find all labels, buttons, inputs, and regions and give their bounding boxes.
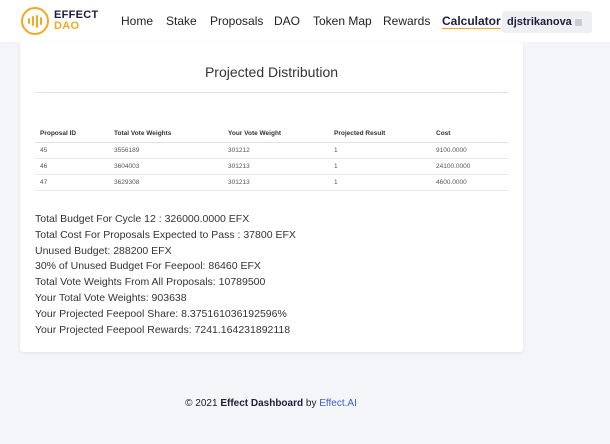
cell-proposal-id: 46 <box>35 158 109 175</box>
cell-proposal-id: 47 <box>35 174 109 191</box>
navbar: EFFECT DAO Home Stake Proposals DAO Toke… <box>0 0 610 42</box>
footer: © 2021 Effect Dashboard by Effect.AI <box>0 398 542 409</box>
footer-by: by <box>305 398 317 409</box>
summary-total-budget: Total Budget For Cycle 12 : 326000.0000 … <box>35 213 250 225</box>
divider <box>35 92 508 93</box>
cell-proposal-id: 45 <box>35 142 109 159</box>
summary-total-cost: Total Cost For Proposals Expected to Pas… <box>35 228 296 241</box>
footer-copyright: © 2021 <box>185 398 218 409</box>
cell-projected-result: 1 <box>329 158 431 175</box>
cell-total-vote-weights: 3604003 <box>109 158 223 175</box>
summary-total-vote-weights: Total Vote Weights From All Proposals: 1… <box>35 276 266 289</box>
footer-dashboard-name: Effect Dashboard <box>220 398 304 409</box>
summary-your-vote-weights: Your Total Vote Weights: 903638 <box>35 291 187 304</box>
nav-token-map[interactable]: Token Map <box>313 14 372 28</box>
cell-your-vote-weight: 301212 <box>223 142 329 159</box>
col-cost: Cost <box>431 125 508 143</box>
summary-feepool-rewards: Your Projected Feepool Rewards: 7241.164… <box>35 323 291 336</box>
dropdown-icon <box>574 18 582 26</box>
footer-effect-link[interactable]: Effect.AI <box>319 398 357 409</box>
table-row: 46 3604003 301213 1 24100.0000 <box>35 158 508 175</box>
brand-sub: DAO <box>54 20 80 32</box>
cell-cost: 4600.0000 <box>431 174 508 191</box>
nav-proposals[interactable]: Proposals <box>210 14 263 28</box>
col-total-vote-weights: Total Vote Weights <box>109 125 223 143</box>
nav-calculator[interactable]: Calculator <box>442 14 501 28</box>
summary-feepool-budget: 30% of Unused Budget For Feepool: 86460 … <box>35 260 261 273</box>
cell-cost: 9100.0000 <box>431 142 508 159</box>
cell-projected-result: 1 <box>329 174 431 191</box>
table-header-row: Proposal ID Total Vote Weights Your Vote… <box>35 125 508 143</box>
cell-cost: 24100.0000 <box>431 158 508 175</box>
cell-projected-result: 1 <box>329 142 431 159</box>
nav-home[interactable]: Home <box>121 14 153 28</box>
projected-distribution-card: Projected Distribution Proposal ID Total… <box>20 42 523 352</box>
cell-total-vote-weights: 3629308 <box>109 174 223 191</box>
budget-summary: Total Budget For Cycle 12 : 326000.0000 … <box>35 212 296 338</box>
user-menu-button[interactable]: djstrikanova <box>502 11 592 33</box>
cell-your-vote-weight: 301213 <box>223 174 329 191</box>
cell-your-vote-weight: 301213 <box>223 158 329 175</box>
table-row: 45 3556189 301212 1 9100.0000 <box>35 142 508 159</box>
summary-unused-budget: Unused Budget: 288200 EFX <box>35 244 172 257</box>
summary-feepool-share: Your Projected Feepool Share: 8.37516103… <box>35 307 287 320</box>
col-your-vote-weight: Your Vote Weight <box>223 125 329 143</box>
table-row: 47 3629308 301213 1 4600.0000 <box>35 174 508 191</box>
username: djstrikanova <box>507 16 572 28</box>
nav-rewards[interactable]: Rewards <box>383 14 430 28</box>
effect-logo-icon <box>21 7 49 35</box>
distribution-table: Proposal ID Total Vote Weights Your Vote… <box>35 125 508 191</box>
brand-logo[interactable]: EFFECT DAO <box>21 7 99 35</box>
card-title: Projected Distribution <box>204 64 339 80</box>
col-proposal-id: Proposal ID <box>35 125 109 143</box>
cell-total-vote-weights: 3556189 <box>109 142 223 159</box>
nav-dao[interactable]: DAO <box>274 14 300 28</box>
nav-stake[interactable]: Stake <box>166 14 197 28</box>
col-projected-result: Projected Result <box>329 125 431 143</box>
